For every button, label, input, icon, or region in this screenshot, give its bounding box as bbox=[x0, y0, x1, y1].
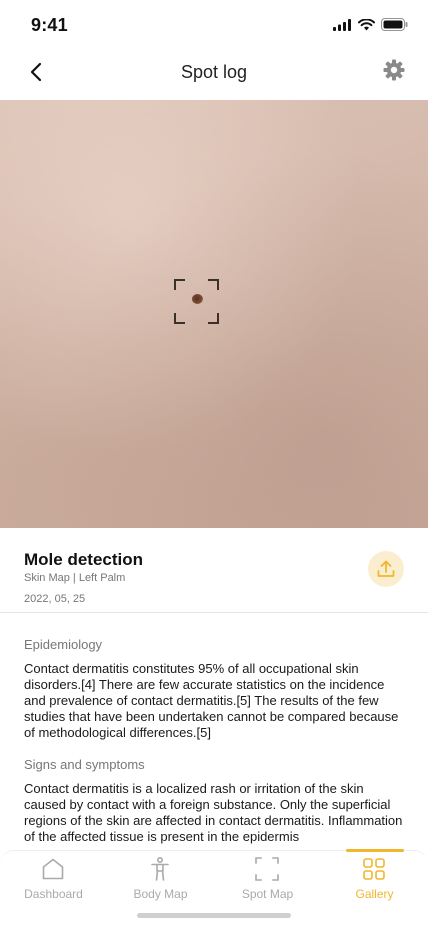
tab-label: Dashboard bbox=[24, 887, 83, 901]
section-body-symptoms: Contact dermatitis is a localized rash o… bbox=[24, 781, 403, 844]
detection-title: Mole detection bbox=[24, 550, 144, 569]
tab-dashboard[interactable]: Dashboard bbox=[0, 851, 107, 907]
mole-spot bbox=[192, 294, 203, 304]
settings-button[interactable] bbox=[382, 58, 408, 84]
mole-focus-frame[interactable] bbox=[174, 279, 219, 324]
article-content[interactable]: Epidemiology Contact dermatitis constitu… bbox=[24, 637, 404, 849]
section-heading-symptoms: Signs and symptoms bbox=[24, 757, 145, 772]
frame-corner bbox=[174, 279, 185, 290]
section-heading-epidemiology: Epidemiology bbox=[24, 637, 103, 652]
tab-label: Body Map bbox=[133, 887, 188, 901]
home-icon bbox=[42, 858, 64, 880]
home-indicator[interactable] bbox=[137, 913, 291, 918]
tab-bar: Dashboard Body Map Spot Map Gallery bbox=[0, 849, 428, 926]
detection-info: Mole detection Skin Map | Left Palm 2022… bbox=[0, 528, 428, 613]
tab-label: Spot Map bbox=[241, 887, 294, 901]
gear-icon bbox=[383, 59, 405, 81]
nav-bar: Spot log bbox=[0, 52, 428, 100]
tab-label: Gallery bbox=[355, 887, 394, 901]
detection-date: 2022, 05, 25 bbox=[24, 593, 86, 605]
frame-corner bbox=[208, 313, 219, 324]
body-icon bbox=[151, 856, 169, 881]
status-icons bbox=[333, 18, 408, 31]
status-time: 9:41 bbox=[31, 15, 68, 35]
section-body-epidemiology: Contact dermatitis constitutes 95% of al… bbox=[24, 661, 399, 740]
share-button[interactable] bbox=[368, 551, 404, 587]
tab-gallery[interactable]: Gallery bbox=[321, 851, 428, 907]
scan-icon bbox=[255, 857, 279, 881]
wifi-icon bbox=[358, 18, 375, 30]
upload-icon bbox=[377, 560, 395, 577]
grid-icon bbox=[363, 858, 385, 880]
frame-corner bbox=[174, 313, 185, 324]
tab-spot-map[interactable]: Spot Map bbox=[214, 851, 321, 907]
battery-icon bbox=[381, 18, 408, 31]
status-bar: 9:41 bbox=[0, 0, 428, 52]
page-title: Spot log bbox=[180, 62, 248, 82]
detection-location: Skin Map | Left Palm bbox=[24, 572, 126, 584]
cellular-signal-icon bbox=[333, 18, 351, 31]
frame-corner bbox=[208, 279, 219, 290]
tab-body-map[interactable]: Body Map bbox=[107, 851, 214, 907]
